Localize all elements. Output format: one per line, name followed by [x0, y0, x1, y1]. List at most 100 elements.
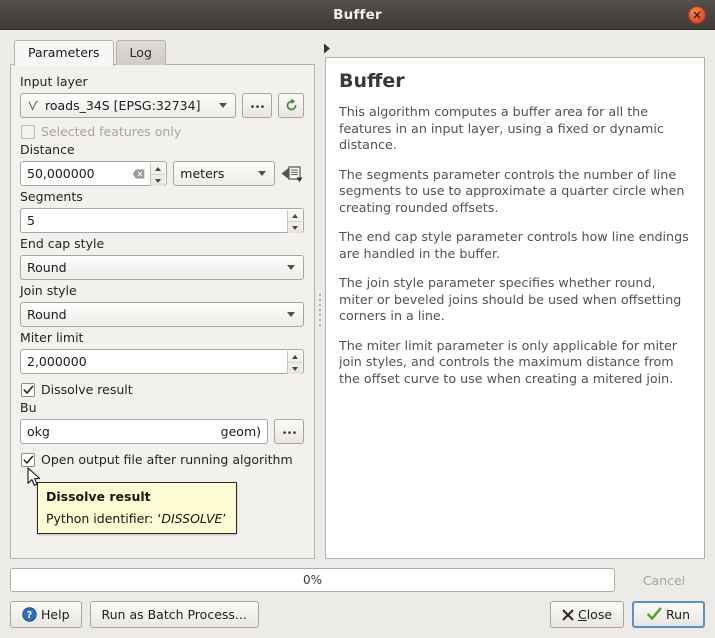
description-paragraph-1: This algorithm computes a buffer area fo… — [339, 104, 691, 154]
miter-limit-spinner-down[interactable] — [288, 363, 302, 374]
dissolve-result-row[interactable]: Dissolve result — [21, 382, 304, 397]
buffered-output-input[interactable]: okg geom) — [20, 419, 268, 444]
distance-input[interactable]: 50,000000 — [20, 161, 167, 186]
chevron-down-icon — [258, 171, 266, 176]
checkmark-icon — [23, 385, 34, 395]
chevron-down-icon — [287, 312, 295, 317]
run-as-batch-label: Run as Batch Process... — [102, 607, 247, 622]
buffered-output-value-tail: geom) — [221, 424, 261, 439]
input-layer-combo[interactable]: roads_34S [EPSG:32734] — [20, 93, 236, 118]
open-output-checkbox[interactable] — [21, 453, 35, 467]
end-cap-style-value: Round — [27, 260, 67, 275]
algorithm-description-panel: Buffer This algorithm computes a buffer … — [325, 57, 705, 559]
miter-limit-spinner-up[interactable] — [288, 351, 302, 363]
checkmark-icon — [23, 455, 34, 465]
dialog-footer: 0% Cancel ? Help Run as Batch Process... — [0, 559, 715, 638]
join-style-value: Round — [27, 307, 67, 322]
input-layer-row: roads_34S [EPSG:32734] — [20, 93, 304, 118]
selected-features-only-checkbox[interactable] — [21, 125, 35, 139]
buffered-output-row: okg geom) — [20, 419, 304, 444]
button-row: ? Help Run as Batch Process... Close Run — [10, 601, 705, 628]
miter-limit-value: 2,000000 — [27, 354, 87, 369]
tooltip-body: Python identifier: ‘DISSOLVE’ — [46, 511, 228, 526]
close-button-rest: lose — [587, 607, 612, 622]
tab-log[interactable]: Log — [116, 40, 166, 65]
description-paragraph-5: The miter limit parameter is only applic… — [339, 338, 691, 388]
segments-spinner-down[interactable] — [288, 222, 302, 233]
run-as-batch-button[interactable]: Run as Batch Process... — [90, 601, 259, 628]
refresh-icon — [284, 98, 299, 113]
panel-splitter[interactable] — [315, 38, 325, 559]
dialog-body: Parameters Log Input layer roads_34S [EP… — [0, 30, 715, 559]
miter-limit-spinner[interactable] — [287, 351, 302, 374]
title-bar: Buffer — [0, 0, 715, 30]
miter-limit-input[interactable]: 2,000000 — [20, 349, 304, 374]
data-defined-override-icon — [281, 164, 304, 184]
description-paragraph-4: The join style parameter specifies wheth… — [339, 275, 691, 325]
help-icon: ? — [22, 607, 37, 622]
distance-spinner[interactable] — [150, 163, 165, 186]
tab-bar: Parameters Log — [10, 38, 315, 65]
tooltip-suffix: ’ — [222, 511, 226, 526]
join-style-combo[interactable]: Round — [20, 302, 304, 327]
close-button-mnemonic: C — [578, 607, 587, 622]
segments-spinner[interactable] — [287, 210, 302, 233]
tooltip-title: Dissolve result — [46, 489, 228, 504]
description-paragraph-2: The segments parameter controls the numb… — [339, 167, 691, 217]
buffered-output-value: okg — [27, 424, 50, 439]
dissolve-result-checkbox[interactable] — [21, 383, 35, 397]
window-title: Buffer — [333, 7, 382, 23]
input-layer-label: Input layer — [20, 74, 304, 90]
input-layer-refresh-button[interactable] — [278, 93, 304, 118]
buffered-output-browse-button[interactable] — [274, 419, 304, 444]
chevron-down-icon — [287, 265, 295, 270]
window-close-button[interactable] — [688, 6, 706, 24]
collapse-panel-arrow[interactable] — [322, 40, 332, 53]
vector-line-layer-icon — [27, 99, 40, 112]
buffered-output-label: Bu — [20, 400, 304, 416]
segments-label: Segments — [20, 189, 304, 205]
distance-value: 50,000000 — [27, 166, 95, 181]
miter-limit-label: Miter limit — [20, 330, 304, 346]
join-style-label: Join style — [20, 283, 304, 299]
distance-units-value: meters — [180, 166, 224, 181]
ellipsis-icon — [281, 429, 298, 435]
selected-features-only-row[interactable]: Selected features only — [21, 124, 304, 139]
run-button-label: Run — [666, 607, 690, 622]
open-output-row[interactable]: Open output file after running algorithm — [21, 452, 304, 467]
segments-input[interactable]: 5 — [20, 208, 304, 233]
progress-text: 0% — [303, 573, 322, 587]
chevron-down-icon — [219, 103, 227, 108]
distance-spinner-up[interactable] — [151, 163, 165, 175]
cancel-button[interactable]: Cancel — [623, 567, 705, 593]
input-layer-browse-button[interactable] — [242, 93, 272, 118]
buffer-dialog: Buffer Parameters Log Input layer — [0, 0, 715, 638]
checkmark-green-icon — [647, 607, 662, 622]
open-output-label: Open output file after running algorithm — [41, 452, 293, 467]
distance-units-combo[interactable]: meters — [173, 161, 275, 186]
clear-icon[interactable] — [131, 168, 146, 180]
tooltip-prefix: Python identifier: ‘ — [46, 511, 161, 526]
tab-parameters[interactable]: Parameters — [14, 40, 114, 66]
svg-text:?: ? — [27, 610, 32, 621]
dissolve-result-label: Dissolve result — [41, 382, 133, 397]
distance-label: Distance — [20, 142, 304, 158]
tooltip-identifier: DISSOLVE — [161, 511, 222, 526]
distance-spinner-down[interactable] — [151, 175, 165, 186]
segments-spinner-up[interactable] — [288, 210, 302, 222]
splitter-grip-icon — [319, 294, 321, 326]
segments-value: 5 — [27, 213, 35, 228]
end-cap-style-label: End cap style — [20, 236, 304, 252]
close-x-icon — [562, 609, 574, 621]
chevron-right-icon — [322, 42, 332, 55]
end-cap-style-combo[interactable]: Round — [20, 255, 304, 280]
run-button[interactable]: Run — [632, 601, 705, 628]
close-button[interactable]: Close — [550, 601, 624, 628]
description-heading: Buffer — [339, 70, 691, 92]
progress-row: 0% Cancel — [10, 567, 705, 593]
help-button[interactable]: ? Help — [10, 601, 82, 628]
close-button-label: Close — [578, 607, 612, 622]
help-button-label: Help — [41, 607, 70, 622]
input-layer-value: roads_34S [EPSG:32734] — [45, 98, 200, 113]
distance-data-defined-override-button[interactable] — [281, 161, 304, 186]
